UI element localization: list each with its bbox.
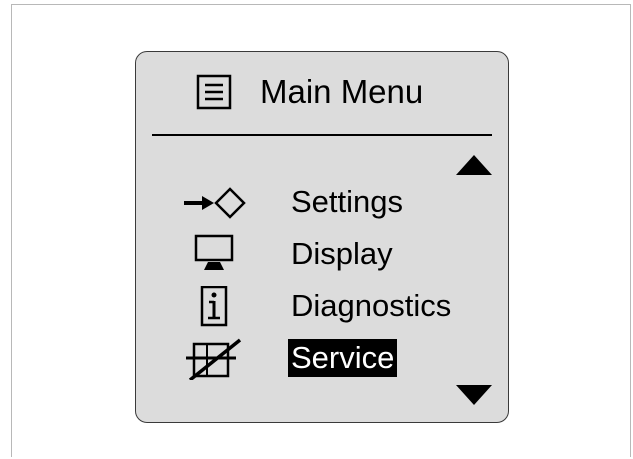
menu-item-diagnostics[interactable]: Diagnostics [136,282,510,330]
cabinet-service-icon [186,338,242,380]
menu-item-service[interactable]: Service [136,334,510,382]
info-icon [200,286,228,327]
triangle-down-icon[interactable] [456,385,492,405]
triangle-up-icon[interactable] [456,155,492,175]
menu-title: Main Menu [260,73,424,110]
menu-item-label: Service [288,339,398,377]
monitor-icon [194,234,234,270]
menu-item-settings[interactable]: Settings [136,178,510,226]
menu-item-label: Settings [291,184,404,219]
device-display: Main Menu Settings Display Diagnostics S… [135,51,509,423]
title-divider [152,134,492,136]
menu-item-display[interactable]: Display [136,230,510,278]
menu-list-icon [196,74,232,110]
menu-item-label: Diagnostics [291,288,452,323]
login-arrow-diamond-icon [184,187,246,219]
menu-item-label: Display [291,236,393,271]
